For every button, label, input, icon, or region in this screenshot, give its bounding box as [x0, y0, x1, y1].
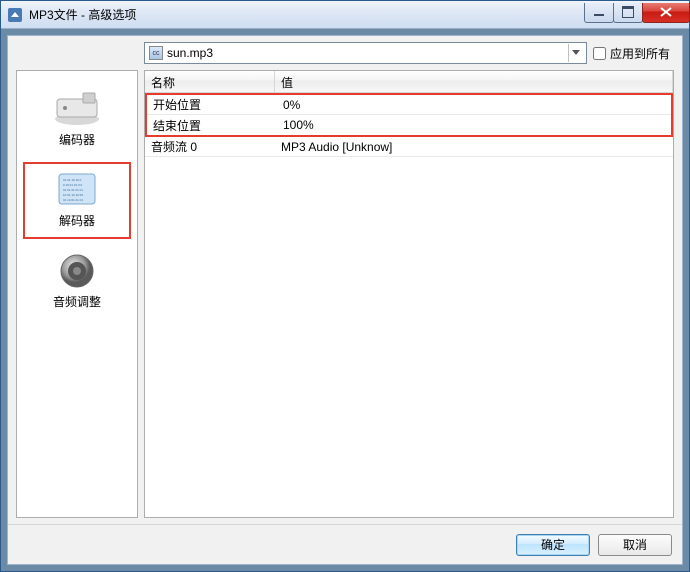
client-area: cc sun.mp3 应用到所有 [7, 35, 683, 565]
cancel-button[interactable]: 取消 [598, 534, 672, 556]
speaker-icon [53, 253, 101, 289]
svg-text:01 01 01 01 01: 01 01 01 01 01 [63, 188, 83, 192]
encoder-icon [53, 91, 101, 127]
client-outer: cc sun.mp3 应用到所有 [1, 29, 689, 571]
header-name[interactable]: 名称 [145, 71, 275, 92]
sidebar-item-label: 解码器 [59, 212, 95, 229]
svg-text:01 10 01 01 01: 01 10 01 01 01 [63, 198, 83, 202]
file-icon: cc [149, 46, 163, 60]
sidebar-item-decoder[interactable]: 01 01 10 10 0 0 10 01 10 0 0 01 01 01 01… [23, 162, 131, 239]
top-row: cc sun.mp3 应用到所有 [8, 36, 682, 68]
cell-value: 100% [277, 116, 671, 134]
cell-name: 结束位置 [147, 115, 277, 136]
minimize-button[interactable] [584, 3, 614, 23]
cell-name: 音频流 0 [145, 136, 275, 157]
dialog-window: MP3文件 - 高级选项 cc sun.mp3 [0, 0, 690, 572]
apply-all-checkbox[interactable]: 应用到所有 [593, 45, 674, 62]
sidebar-item-encoder[interactable]: 编码器 [23, 81, 131, 158]
table-row[interactable]: 结束位置 100% [147, 115, 671, 135]
cell-name: 开始位置 [147, 94, 277, 115]
cell-value: MP3 Audio [Unknow] [275, 138, 673, 156]
sidebar-item-label: 编码器 [59, 131, 95, 148]
table-row[interactable]: 开始位置 0% [147, 95, 671, 115]
properties-panel: 名称 值 开始位置 0% 结束位置 100% 音 [144, 70, 674, 518]
sidebar-item-label: 音频调整 [53, 293, 101, 310]
table-header: 名称 值 [145, 71, 673, 93]
apply-all-input[interactable] [593, 47, 606, 60]
svg-text:10 01 10 10 00: 10 01 10 10 00 [63, 193, 83, 197]
ok-button[interactable]: 确定 [516, 534, 590, 556]
maximize-button[interactable] [613, 3, 643, 23]
main-area: 编码器 01 01 10 10 0 0 10 01 10 0 0 01 01 0… [8, 68, 682, 524]
sidebar-item-audio-adjust[interactable]: 音频调整 [23, 243, 131, 320]
highlight-annotation: 开始位置 0% 结束位置 100% [145, 93, 673, 137]
apply-all-label: 应用到所有 [610, 45, 670, 62]
table-row[interactable]: 音频流 0 MP3 Audio [Unknow] [145, 137, 673, 157]
close-button[interactable] [642, 3, 690, 23]
sidebar: 编码器 01 01 10 10 0 0 10 01 10 0 0 01 01 0… [16, 70, 138, 518]
dialog-footer: 确定 取消 [8, 524, 682, 564]
file-name: sun.mp3 [167, 46, 568, 60]
svg-text:0 10 01 10 0 0: 0 10 01 10 0 0 [63, 183, 83, 187]
titlebar[interactable]: MP3文件 - 高级选项 [1, 1, 689, 29]
window-controls [585, 3, 690, 23]
chevron-down-icon [568, 44, 584, 62]
app-icon [7, 7, 23, 23]
svg-text:01 01 10 10 0: 01 01 10 10 0 [63, 178, 82, 182]
cell-value: 0% [277, 96, 671, 114]
decoder-icon: 01 01 10 10 0 0 10 01 10 0 0 01 01 01 01… [53, 172, 101, 208]
window-title: MP3文件 - 高级选项 [29, 6, 585, 23]
header-value[interactable]: 值 [275, 71, 673, 92]
file-dropdown[interactable]: cc sun.mp3 [144, 42, 587, 64]
